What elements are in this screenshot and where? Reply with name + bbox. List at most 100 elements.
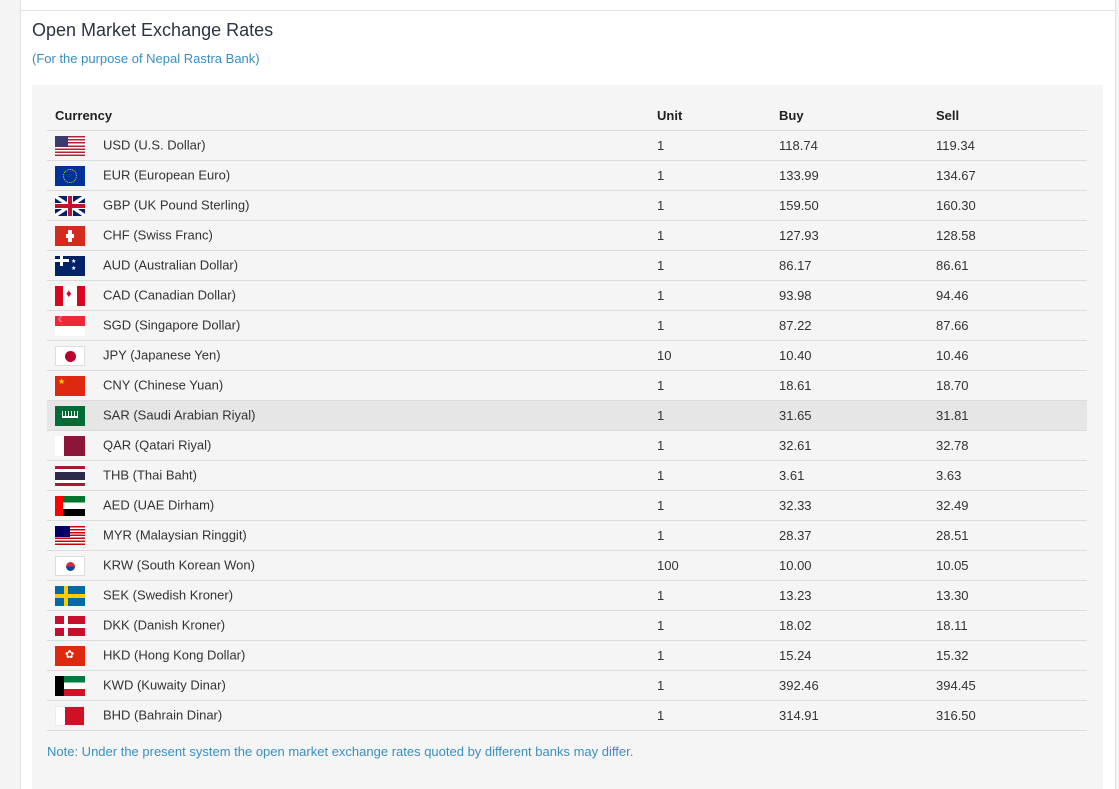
currency-cell: AED (UAE Dirham) xyxy=(47,490,649,521)
currency-cell: JPY (Japanese Yen) xyxy=(47,340,649,371)
currency-cell: DKK (Danish Kroner) xyxy=(47,610,649,641)
sell-cell: 28.51 xyxy=(928,520,1087,551)
table-row: USD (U.S. Dollar) 1 118.74 119.34 xyxy=(47,130,1087,161)
currency-name: JPY (Japanese Yen) xyxy=(103,346,221,362)
table-row: EUR (European Euro) 1 133.99 134.67 xyxy=(47,160,1087,191)
header-unit: Unit xyxy=(649,101,771,131)
buy-cell: 127.93 xyxy=(771,220,928,251)
unit-cell: 1 xyxy=(649,580,771,611)
currency-name: QAR (Qatari Riyal) xyxy=(103,436,212,452)
sell-cell: 18.11 xyxy=(928,610,1087,641)
rates-panel: Currency Unit Buy Sell USD (U.S. Dollar)… xyxy=(32,85,1103,789)
table-row: SEK (Swedish Kroner) 1 13.23 13.30 xyxy=(47,580,1087,611)
table-row: THB (Thai Baht) 1 3.61 3.63 xyxy=(47,460,1087,491)
table-row: SGD (Singapore Dollar) 187.2287.66 xyxy=(47,310,1087,341)
table-row: BHD (Bahrain Dinar) 1 314.91 316.50 xyxy=(47,700,1087,731)
table-row: KWD (Kuwaity Dinar) 1 392.46 394.45 xyxy=(47,670,1087,701)
sell-cell: 119.34 xyxy=(928,130,1087,161)
currency-cell: CNY (Chinese Yuan) xyxy=(47,370,649,401)
table-row: JPY (Japanese Yen) 10 10.40 10.46 xyxy=(47,340,1087,371)
unit-cell: 1 xyxy=(649,670,771,701)
sell-cell: 86.61 xyxy=(928,250,1087,281)
dkk-flag-icon xyxy=(55,615,85,636)
sek-flag-icon xyxy=(55,585,85,606)
currency-cell: BHD (Bahrain Dinar) xyxy=(47,700,649,731)
unit-cell: 100 xyxy=(649,550,771,581)
currency-cell: GBP (UK Pound Sterling) xyxy=(47,190,649,221)
table-row: QAR (Qatari Riyal) 1 32.61 32.78 xyxy=(47,430,1087,461)
currency-name: DKK (Danish Kroner) xyxy=(103,616,226,632)
currency-cell: SEK (Swedish Kroner) xyxy=(47,580,649,611)
unit-cell: 1 xyxy=(649,400,771,431)
disclaimer-note: Note: Under the present system the open … xyxy=(47,744,634,759)
buy-cell: 392.46 xyxy=(771,670,928,701)
header-sell: Sell xyxy=(928,101,1087,131)
content-frame: Open Market Exchange Rates (For the purp… xyxy=(20,0,1116,789)
buy-cell: 133.99 xyxy=(771,160,928,191)
sell-cell: 316.50 xyxy=(928,700,1087,731)
currency-name: THB (Thai Baht) xyxy=(103,466,197,482)
chf-flag-icon xyxy=(55,225,85,246)
buy-cell: 87.22 xyxy=(771,310,928,341)
unit-cell: 1 xyxy=(649,640,771,671)
table-row: CHF (Swiss Franc) 1 127.93 128.58 xyxy=(47,220,1087,251)
buy-cell: 10.40 xyxy=(771,340,928,371)
currency-cell: EUR (European Euro) xyxy=(47,160,649,191)
currency-cell: HKD (Hong Kong Dollar) xyxy=(47,640,649,671)
sell-cell: 13.30 xyxy=(928,580,1087,611)
bhd-flag-icon xyxy=(55,705,85,726)
table-row: GBP (UK Pound Sterling) 1 159.50 160.30 xyxy=(47,190,1087,221)
unit-cell: 1 xyxy=(649,220,771,251)
jpy-flag-icon xyxy=(55,345,85,366)
thb-flag-icon xyxy=(55,465,85,486)
buy-cell: 13.23 xyxy=(771,580,928,611)
currency-cell: CAD (Canadian Dollar) xyxy=(47,280,649,311)
currency-cell: AUD (Australian Dollar) xyxy=(47,250,649,281)
buy-cell: 28.37 xyxy=(771,520,928,551)
currency-name: KWD (Kuwaity Dinar) xyxy=(103,676,226,692)
gbp-flag-icon xyxy=(55,195,85,216)
buy-cell: 32.61 xyxy=(771,430,928,461)
unit-cell: 1 xyxy=(649,700,771,731)
unit-cell: 1 xyxy=(649,280,771,311)
page-subtitle: (For the purpose of Nepal Rastra Bank) xyxy=(32,51,260,66)
aud-flag-icon xyxy=(55,255,85,276)
unit-cell: 1 xyxy=(649,130,771,161)
table-row: AED (UAE Dirham) 1 32.33 32.49 xyxy=(47,490,1087,521)
currency-name: AUD (Australian Dollar) xyxy=(103,256,239,272)
sgd-flag-icon xyxy=(55,315,85,336)
aed-flag-icon xyxy=(55,495,85,516)
sell-cell: 10.05 xyxy=(928,550,1087,581)
currency-name: CAD (Canadian Dollar) xyxy=(103,286,236,302)
sar-flag-icon xyxy=(55,405,85,426)
buy-cell: 118.74 xyxy=(771,130,928,161)
table-row: CNY (Chinese Yuan) 118.6118.70 xyxy=(47,370,1087,401)
buy-cell: 86.17 xyxy=(771,250,928,281)
currency-name: EUR (European Euro) xyxy=(103,166,231,182)
currency-name: GBP (UK Pound Sterling) xyxy=(103,196,250,212)
sell-cell: 87.66 xyxy=(928,310,1087,341)
sell-cell: 160.30 xyxy=(928,190,1087,221)
currency-name: CNY (Chinese Yuan) xyxy=(103,376,224,392)
currency-name: SAR (Saudi Arabian Riyal) xyxy=(103,406,256,422)
table-row: MYR (Malaysian Ringgit) 1 28.37 28.51 xyxy=(47,520,1087,551)
currency-name: HKD (Hong Kong Dollar) xyxy=(103,646,246,662)
unit-cell: 1 xyxy=(649,160,771,191)
krw-flag-icon xyxy=(55,555,85,576)
header-buy: Buy xyxy=(771,101,928,131)
table-header-row: Currency Unit Buy Sell xyxy=(47,101,1087,131)
table-row: HKD (Hong Kong Dollar) 115.2415.32 xyxy=(47,640,1087,671)
table-body: USD (U.S. Dollar) 1 118.74 119.34 EUR (Europ… xyxy=(47,130,1087,731)
currency-cell: SGD (Singapore Dollar) xyxy=(47,310,649,341)
exchange-rates-table: Currency Unit Buy Sell USD (U.S. Dollar)… xyxy=(47,101,1087,731)
hkd-flag-icon xyxy=(55,645,85,666)
currency-name: BHD (Bahrain Dinar) xyxy=(103,706,223,722)
cny-flag-icon xyxy=(55,375,85,396)
sell-cell: 32.78 xyxy=(928,430,1087,461)
currency-name: USD (U.S. Dollar) xyxy=(103,136,206,152)
unit-cell: 1 xyxy=(649,250,771,281)
sell-cell: 134.67 xyxy=(928,160,1087,191)
currency-cell: KWD (Kuwaity Dinar) xyxy=(47,670,649,701)
buy-cell: 18.02 xyxy=(771,610,928,641)
buy-cell: 93.98 xyxy=(771,280,928,311)
